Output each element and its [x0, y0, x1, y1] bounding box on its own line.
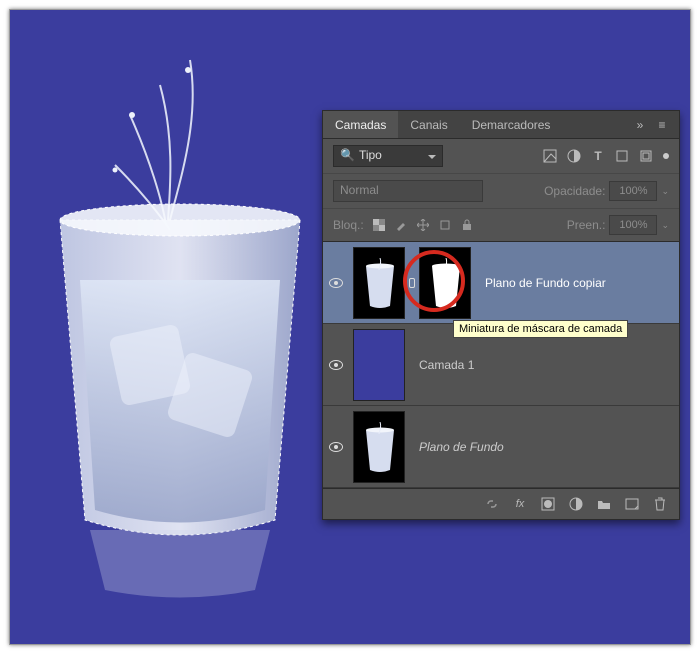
filter-label: Tipo — [359, 148, 382, 162]
lock-transparent-icon[interactable] — [372, 218, 386, 232]
tab-channels[interactable]: Canais — [398, 111, 459, 138]
link-mask-icon[interactable] — [409, 278, 415, 288]
chevron-down-icon[interactable]: ⌄ — [661, 186, 669, 197]
filter-toggle-dot[interactable] — [663, 153, 669, 159]
trash-icon[interactable] — [653, 497, 667, 511]
search-icon: 🔍 — [340, 148, 355, 162]
panel-tabbar: Camadas Canais Demarcadores » ≡ — [323, 111, 679, 139]
layers-list: Plano de Fundo copiar Miniatura de másca… — [323, 242, 679, 488]
layer-name[interactable]: Plano de Fundo copiar — [485, 276, 606, 290]
fill-label: Preen.: — [567, 218, 606, 232]
layer-row[interactable]: Plano de Fundo copiar Miniatura de másca… — [323, 242, 679, 324]
opacity-field[interactable]: 100% — [609, 181, 657, 201]
link-layers-icon[interactable] — [485, 497, 499, 511]
filter-type-select[interactable]: 🔍 Tipo — [333, 145, 443, 167]
layer-name[interactable]: Camada 1 — [419, 358, 474, 372]
fx-icon[interactable]: fx — [513, 497, 527, 511]
layer-mask-thumbnail[interactable] — [419, 247, 471, 319]
filter-pixel-icon[interactable] — [543, 149, 557, 163]
chevron-down-icon[interactable]: ⌄ — [661, 220, 669, 231]
group-icon[interactable] — [597, 497, 611, 511]
lock-all-icon[interactable] — [460, 218, 474, 232]
collapse-icon[interactable]: » — [633, 118, 647, 132]
layers-panel: Camadas Canais Demarcadores » ≡ 🔍 Tipo T — [322, 110, 680, 520]
lock-move-icon[interactable] — [416, 218, 430, 232]
lock-artboard-icon[interactable] — [438, 218, 452, 232]
lock-row: Bloq.: Preen.: 100% ⌄ — [323, 209, 679, 242]
layer-thumbnail[interactable] — [353, 411, 405, 483]
tab-layers[interactable]: Camadas — [323, 111, 398, 138]
lock-label: Bloq.: — [333, 218, 364, 232]
filter-adjust-icon[interactable] — [567, 149, 581, 163]
visibility-eye-icon[interactable] — [329, 278, 343, 288]
layer-name[interactable]: Plano de Fundo — [419, 440, 504, 454]
panel-footer: fx — [323, 488, 679, 519]
mask-tooltip: Miniatura de máscara de camada — [453, 320, 628, 338]
lock-brush-icon[interactable] — [394, 218, 408, 232]
panel-menu-icon[interactable]: ≡ — [655, 118, 669, 132]
layer-row[interactable]: Plano de Fundo — [323, 406, 679, 488]
canvas-image — [20, 30, 340, 610]
filter-type-icon[interactable]: T — [591, 149, 605, 163]
filter-smart-icon[interactable] — [639, 149, 653, 163]
visibility-eye-icon[interactable] — [329, 442, 343, 452]
tab-paths[interactable]: Demarcadores — [460, 111, 563, 138]
adjustment-layer-icon[interactable] — [569, 497, 583, 511]
new-layer-icon[interactable] — [625, 497, 639, 511]
document-window: Camadas Canais Demarcadores » ≡ 🔍 Tipo T — [9, 9, 691, 645]
filter-shape-icon[interactable] — [615, 149, 629, 163]
layer-thumbnail[interactable] — [353, 329, 405, 401]
filter-row: 🔍 Tipo T — [323, 139, 679, 174]
fill-field[interactable]: 100% — [609, 215, 657, 235]
layer-thumbnail[interactable] — [353, 247, 405, 319]
opacity-label: Opacidade: — [544, 184, 605, 198]
visibility-eye-icon[interactable] — [329, 360, 343, 370]
blend-mode-select[interactable]: Normal — [333, 180, 483, 202]
add-mask-icon[interactable] — [541, 497, 555, 511]
blend-row: Normal Opacidade: 100% ⌄ — [323, 174, 679, 209]
